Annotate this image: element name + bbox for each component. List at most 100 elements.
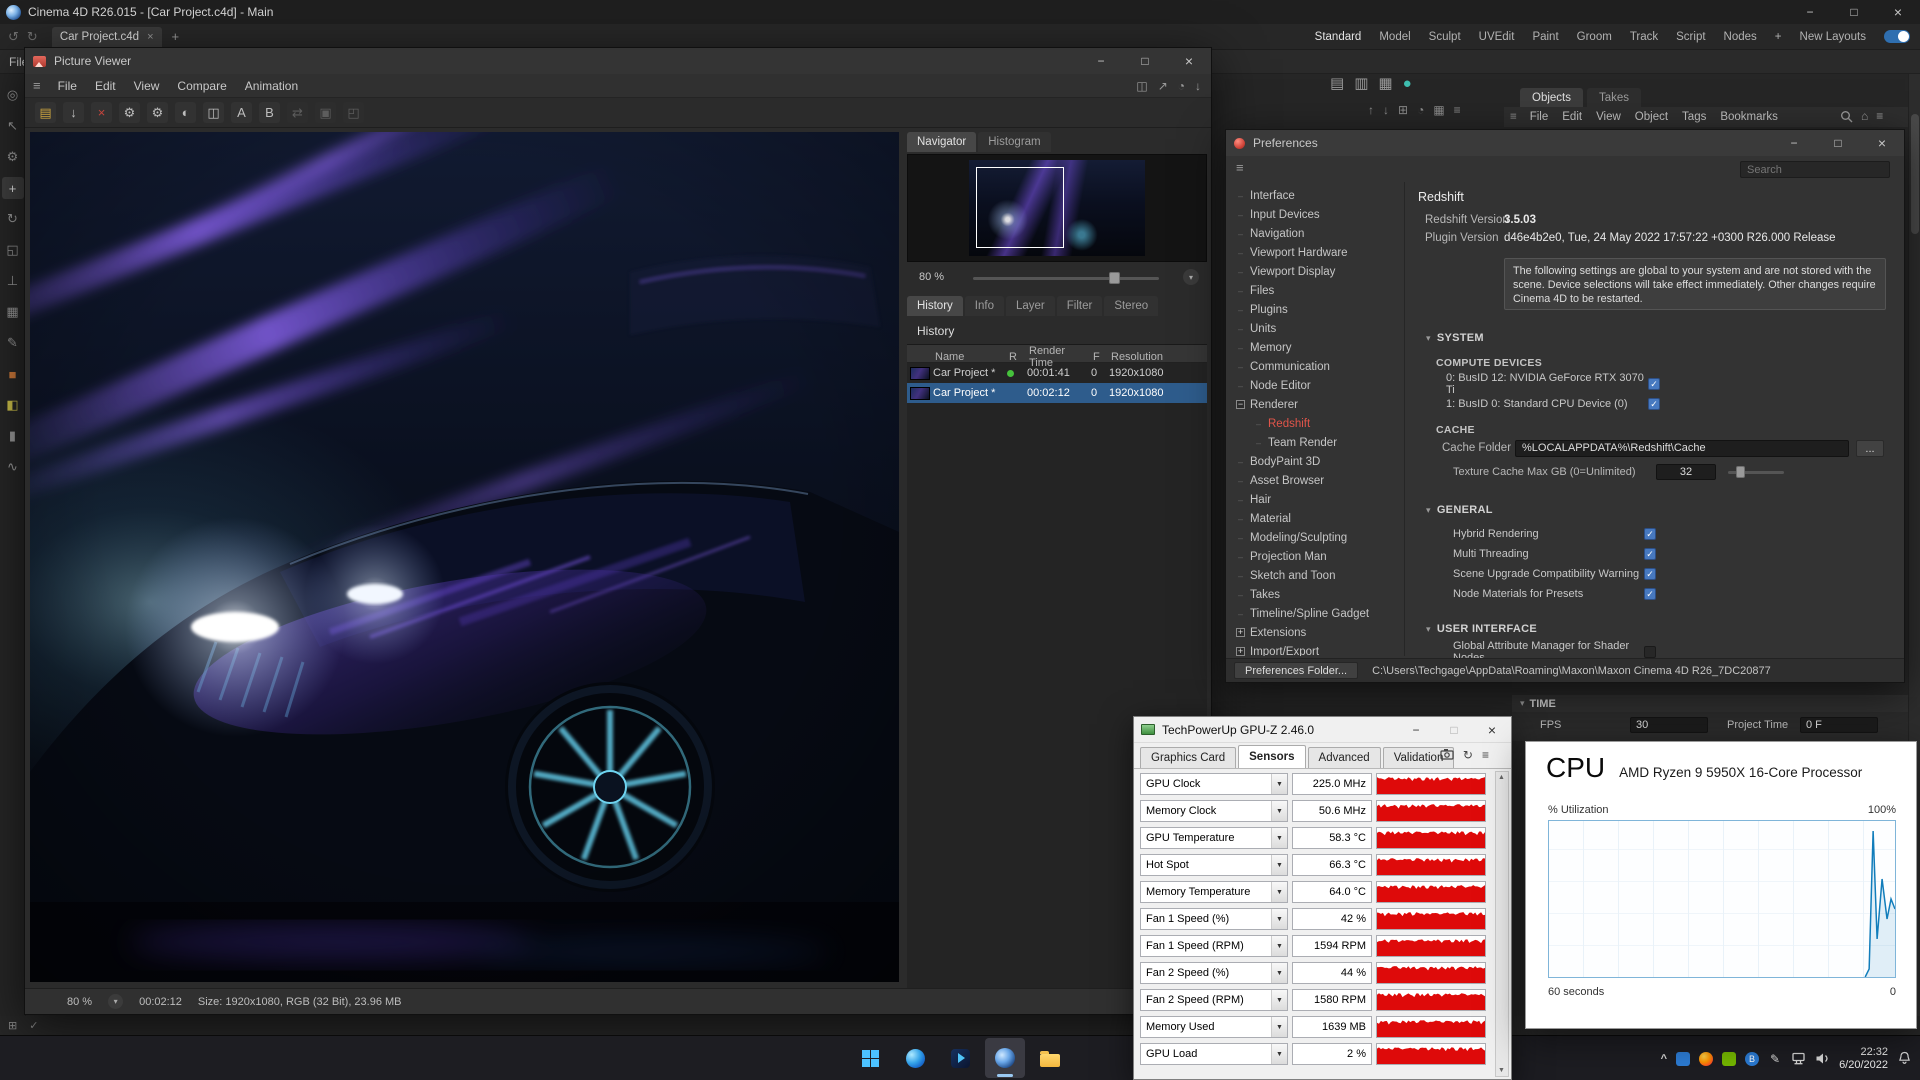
close-button[interactable] bbox=[1860, 135, 1904, 151]
close-tab-icon[interactable]: × bbox=[147, 31, 153, 43]
object-manager-menu-item[interactable]: View bbox=[1589, 111, 1628, 123]
sensor-select[interactable]: GPU Load bbox=[1140, 1043, 1288, 1065]
timer-icon[interactable]: ◔ bbox=[1178, 79, 1185, 93]
info-tab[interactable]: History bbox=[907, 296, 963, 316]
option-checkbox[interactable] bbox=[1644, 588, 1656, 600]
explorer-taskbar-icon[interactable] bbox=[1030, 1038, 1070, 1078]
settings-tool-icon[interactable]: ⚙ bbox=[2, 146, 24, 168]
hamburger-icon[interactable]: ≡ bbox=[33, 78, 41, 93]
layout-mode-item[interactable]: Track bbox=[1630, 31, 1658, 43]
settings-icon[interactable]: ⚙ bbox=[119, 102, 140, 123]
tree-expand-icon[interactable] bbox=[1236, 552, 1245, 561]
undo-icon[interactable]: ↺ bbox=[8, 29, 19, 45]
sensor-select[interactable]: Fan 2 Speed (%) bbox=[1140, 962, 1288, 984]
object-manager-tab[interactable]: Takes bbox=[1587, 88, 1641, 107]
browse-button[interactable]: ... bbox=[1856, 440, 1884, 457]
home-icon[interactable]: ⌂ bbox=[1861, 109, 1868, 123]
preferences-tree-item[interactable]: + Extensions bbox=[1232, 623, 1400, 642]
layout-mode-item[interactable]: UVEdit bbox=[1479, 31, 1515, 43]
info-tab[interactable]: Filter bbox=[1057, 296, 1103, 316]
material-tool-icon[interactable]: ■ bbox=[2, 363, 24, 385]
tree-expand-icon[interactable] bbox=[1236, 343, 1245, 352]
tree-expand-icon[interactable]: + bbox=[1236, 628, 1245, 637]
preferences-tree-item[interactable]: Hair bbox=[1232, 490, 1400, 509]
sensor-select[interactable]: Hot Spot bbox=[1140, 854, 1288, 876]
tree-expand-icon[interactable] bbox=[1236, 514, 1245, 523]
refresh-icon[interactable]: ↻ bbox=[1463, 748, 1473, 762]
layout-mode-item[interactable]: Model bbox=[1379, 31, 1410, 43]
fullscreen-icon[interactable]: ◰ bbox=[343, 102, 364, 123]
layout-mode-item[interactable]: Script bbox=[1676, 31, 1705, 43]
tree-expand-icon[interactable] bbox=[1236, 495, 1245, 504]
maximize-button[interactable] bbox=[1123, 54, 1167, 68]
tree-expand-icon[interactable] bbox=[1236, 248, 1245, 257]
object-manager-menu-item[interactable]: Bookmarks bbox=[1713, 111, 1785, 123]
preferences-tree-item[interactable]: Projection Man bbox=[1232, 547, 1400, 566]
version-a-button[interactable]: A bbox=[231, 102, 252, 123]
tree-expand-icon[interactable] bbox=[1236, 324, 1245, 333]
gpuz-tab[interactable]: Graphics Card bbox=[1140, 747, 1236, 768]
coordinates-icon[interactable]: ▦ bbox=[2, 301, 24, 323]
pen-tool-icon[interactable]: ✎ bbox=[2, 332, 24, 354]
maximize-button[interactable] bbox=[1816, 136, 1860, 150]
sensor-select[interactable]: Memory Temperature bbox=[1140, 881, 1288, 903]
gpuz-tab[interactable]: Advanced bbox=[1308, 747, 1381, 768]
layout-mode-item[interactable]: Paint bbox=[1532, 31, 1558, 43]
scale-tool-icon[interactable]: ◱ bbox=[2, 239, 24, 261]
preferences-tree-item[interactable]: Units bbox=[1232, 319, 1400, 338]
tray-app-icon-blue[interactable] bbox=[1676, 1052, 1690, 1066]
tree-expand-icon[interactable] bbox=[1236, 457, 1245, 466]
network-icon[interactable] bbox=[1791, 1052, 1806, 1065]
info-tab[interactable]: Layer bbox=[1006, 296, 1055, 316]
sensor-select[interactable]: Memory Used bbox=[1140, 1016, 1288, 1038]
pen-tray-icon[interactable]: ✎ bbox=[1768, 1052, 1782, 1066]
tree-expand-icon[interactable] bbox=[1236, 362, 1245, 371]
history-row[interactable]: Car Project * 00:02:12 0 1920x1080 bbox=[907, 383, 1207, 403]
device-checkbox[interactable] bbox=[1648, 378, 1660, 390]
preferences-tree-item[interactable]: Takes bbox=[1232, 585, 1400, 604]
tree-expand-icon[interactable]: + bbox=[1236, 647, 1245, 656]
gpuz-tab[interactable]: Sensors bbox=[1238, 745, 1305, 768]
sensor-select[interactable]: GPU Temperature bbox=[1140, 827, 1288, 849]
info-tab[interactable]: Info bbox=[965, 296, 1004, 316]
search-icon[interactable] bbox=[1840, 110, 1853, 123]
contrast-icon[interactable]: ◐ bbox=[175, 102, 196, 123]
preferences-tree-item[interactable]: Memory bbox=[1232, 338, 1400, 357]
time-section-header[interactable]: TIME bbox=[1512, 695, 1908, 712]
layers-icon[interactable]: ▦ bbox=[1433, 103, 1444, 117]
layout-mode-item[interactable]: Groom bbox=[1577, 31, 1612, 43]
tray-overflow-chevron[interactable]: ^ bbox=[1661, 1053, 1667, 1065]
camera-icon[interactable] bbox=[1440, 748, 1454, 760]
media-app-taskbar-icon[interactable] bbox=[940, 1038, 980, 1078]
sensor-select[interactable]: Memory Clock bbox=[1140, 800, 1288, 822]
tree-expand-icon[interactable] bbox=[1236, 590, 1245, 599]
hamburger-icon[interactable]: ≡ bbox=[1236, 160, 1244, 175]
preferences-tree-item[interactable]: Timeline/Spline Gadget bbox=[1232, 604, 1400, 623]
tree-expand-icon[interactable] bbox=[1236, 229, 1245, 238]
preferences-tree-item[interactable]: Interface bbox=[1232, 186, 1400, 205]
tree-expand-icon[interactable] bbox=[1236, 286, 1245, 295]
close-button[interactable] bbox=[1876, 4, 1920, 20]
link-ab-icon[interactable]: ⇄ bbox=[287, 102, 308, 123]
brush-tool-icon[interactable]: ▮ bbox=[2, 425, 24, 447]
save-all-icon[interactable]: ▥ bbox=[1354, 74, 1368, 92]
hamburger-icon[interactable]: ≡ bbox=[1510, 111, 1517, 123]
minimize-button[interactable] bbox=[1079, 54, 1123, 68]
preferences-tree-item[interactable]: + Import/Export bbox=[1232, 642, 1400, 656]
menu-icon[interactable]: ≡ bbox=[1454, 103, 1461, 117]
paint-tool-icon[interactable]: ◧ bbox=[2, 394, 24, 416]
object-manager-menu-item[interactable]: File bbox=[1523, 111, 1556, 123]
delete-image-icon[interactable]: × bbox=[91, 102, 112, 123]
option-checkbox[interactable] bbox=[1644, 568, 1656, 580]
start-button[interactable] bbox=[850, 1038, 890, 1078]
panel-divider[interactable] bbox=[1404, 182, 1405, 656]
pv-menu-item[interactable]: Edit bbox=[86, 79, 125, 93]
user-interface-section-header[interactable]: USER INTERFACE bbox=[1426, 623, 1537, 635]
sensor-select[interactable]: GPU Clock bbox=[1140, 773, 1288, 795]
preferences-tree-item[interactable]: Viewport Hardware bbox=[1232, 243, 1400, 262]
preferences-tree-item[interactable]: Sketch and Toon bbox=[1232, 566, 1400, 585]
preferences-search-input[interactable] bbox=[1740, 161, 1890, 178]
layout-current[interactable]: Standard bbox=[1315, 31, 1362, 43]
redo-icon[interactable]: ↻ bbox=[27, 29, 38, 45]
compare-ab-icon[interactable]: ◫ bbox=[203, 102, 224, 123]
